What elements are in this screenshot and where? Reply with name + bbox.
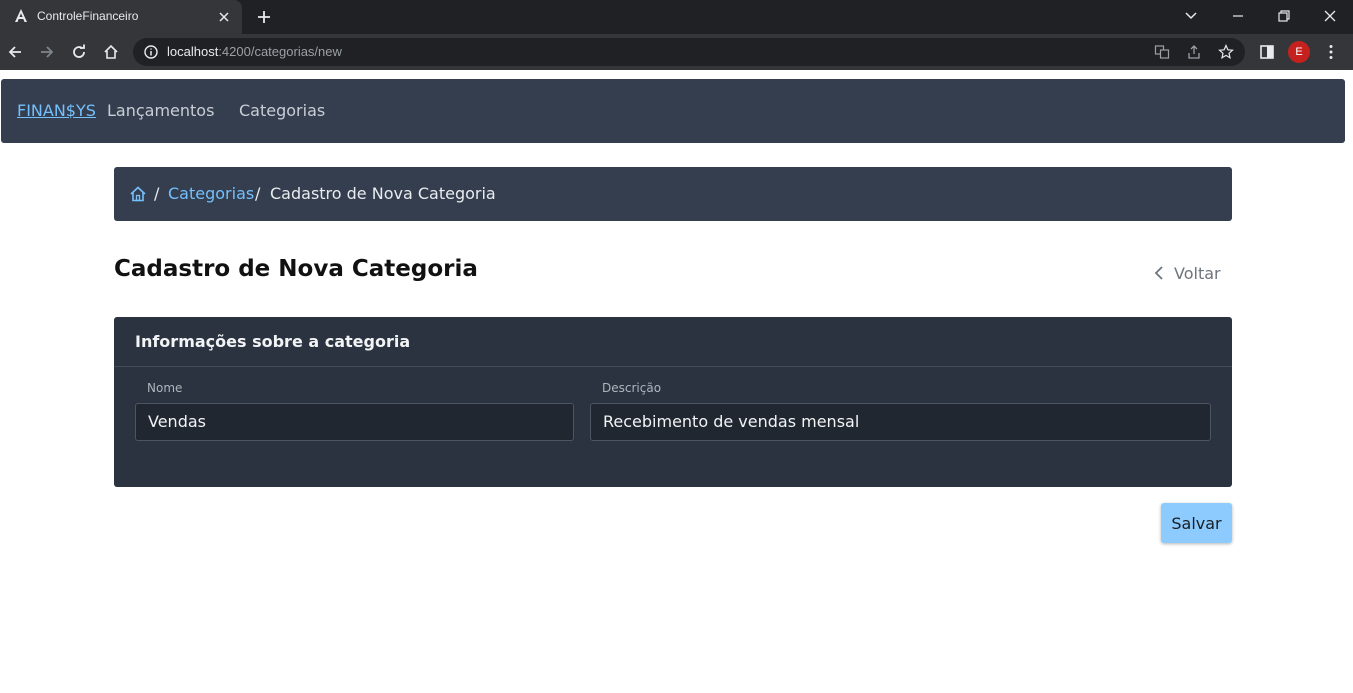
back-button[interactable]: Voltar	[1148, 262, 1228, 284]
share-icon[interactable]	[1186, 44, 1202, 60]
bookmark-star-icon[interactable]	[1218, 44, 1234, 60]
descricao-label: Descrição	[602, 381, 662, 395]
browser-tabstrip: ControleFinanceiro	[0, 0, 1353, 34]
restore-icon[interactable]	[1274, 6, 1294, 26]
reload-icon[interactable]	[70, 43, 88, 61]
page-title: Cadastro de Nova Categoria	[114, 256, 478, 282]
nav-link-lancamentos[interactable]: Lançamentos	[107, 101, 214, 120]
breadcrumb-separator: /	[255, 184, 261, 203]
breadcrumb-current: Cadastro de Nova Categoria	[270, 184, 496, 203]
breadcrumb-link-categorias[interactable]: Categorias	[168, 184, 254, 203]
side-panel-icon[interactable]	[1258, 43, 1276, 61]
back-button-label: Voltar	[1174, 264, 1221, 283]
descricao-input[interactable]: Recebimento de vendas mensal	[590, 403, 1211, 441]
tab-search-chevron-icon[interactable]	[1181, 6, 1201, 26]
nav-link-categorias[interactable]: Categorias	[239, 101, 325, 120]
card-title: Informações sobre a categoria	[135, 332, 411, 351]
translate-icon[interactable]	[1154, 44, 1170, 60]
nome-input[interactable]: Vendas	[135, 403, 574, 441]
close-window-icon[interactable]	[1320, 6, 1340, 26]
angular-favicon-icon	[15, 9, 27, 22]
nome-label: Nome	[147, 381, 183, 395]
browser-tab[interactable]: ControleFinanceiro	[0, 0, 242, 34]
chevron-left-icon	[1154, 266, 1163, 280]
kebab-menu-icon[interactable]	[1322, 43, 1340, 61]
browser-toolbar: localhost:4200/categorias/new E	[0, 34, 1353, 70]
home-icon[interactable]	[129, 185, 147, 203]
back-arrow-icon[interactable]	[6, 43, 24, 61]
site-info-icon[interactable]	[143, 44, 159, 60]
profile-avatar[interactable]: E	[1288, 41, 1310, 63]
category-form-card: Informações sobre a categoria Nome Venda…	[114, 317, 1232, 487]
app-navbar: FINAN$YS Lançamentos Categorias	[1, 79, 1345, 143]
forward-arrow-icon[interactable]	[38, 43, 56, 61]
minimize-icon[interactable]	[1228, 6, 1248, 26]
breadcrumb-separator: /	[154, 184, 160, 203]
close-tab-icon[interactable]	[216, 9, 232, 25]
brand-link[interactable]: FINAN$YS	[17, 101, 96, 120]
url-text: localhost:4200/categorias/new	[167, 44, 342, 59]
breadcrumb: / Categorias / Cadastro de Nova Categori…	[114, 167, 1232, 221]
address-bar[interactable]: localhost:4200/categorias/new	[133, 38, 1245, 66]
card-header: Informações sobre a categoria	[114, 317, 1232, 367]
home-button-icon[interactable]	[102, 43, 120, 61]
new-tab-icon[interactable]	[255, 8, 273, 26]
tab-title: ControleFinanceiro	[37, 9, 139, 23]
save-button[interactable]: Salvar	[1161, 503, 1232, 543]
